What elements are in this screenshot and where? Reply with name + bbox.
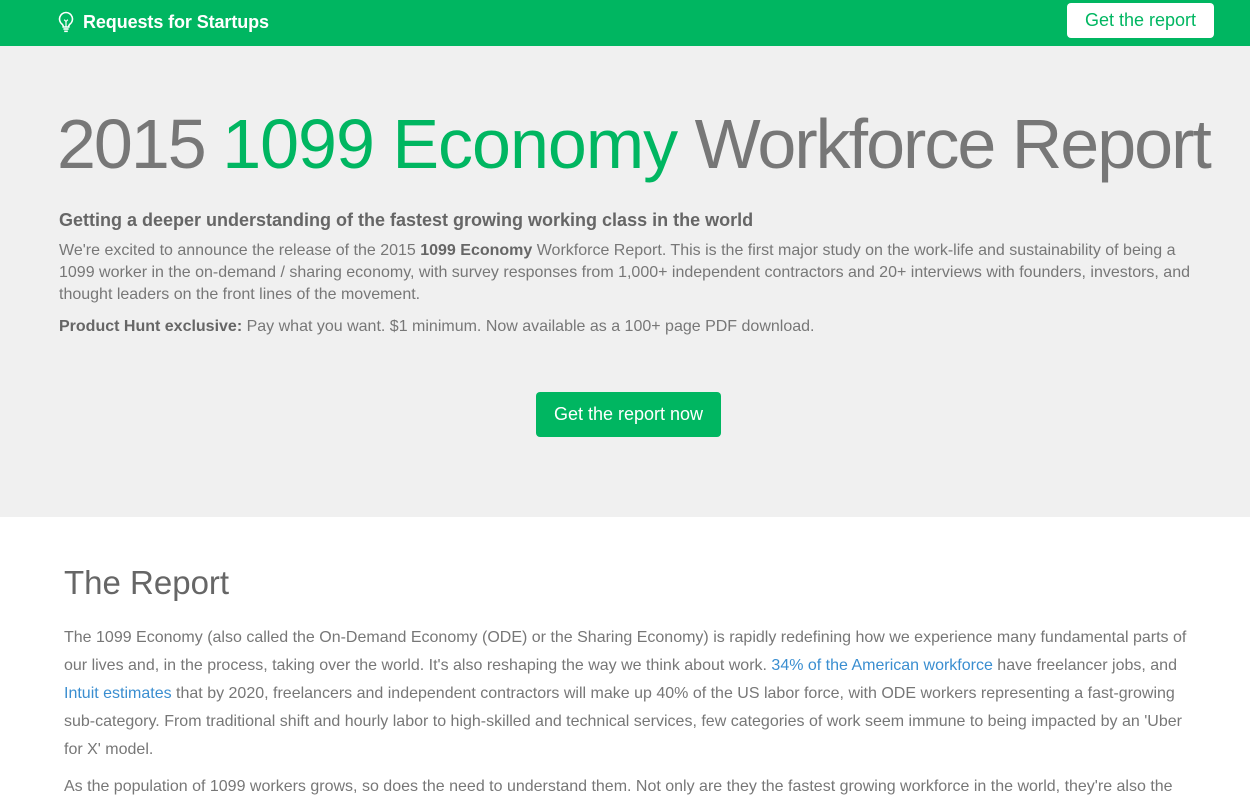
report-heading: The Report xyxy=(64,564,230,601)
report-paragraph-2: As the population of 1099 workers grows,… xyxy=(64,778,1173,795)
page-title: 2015 1099 Economy Workforce Report xyxy=(57,104,1212,184)
get-the-report-now-button[interactable]: Get the report now xyxy=(536,392,721,437)
title-year: 2015 xyxy=(57,105,207,183)
intuit-estimates-link[interactable]: Intuit estimates xyxy=(64,685,172,702)
report-text-c: that by 2020, freelancers and independen… xyxy=(64,685,1182,758)
title-rest: Workforce Report xyxy=(694,105,1212,183)
hero-subtitle: Getting a deeper understanding of the fa… xyxy=(59,210,754,230)
report-paragraph-1: The 1099 Economy (also called the On-Dem… xyxy=(64,624,1199,764)
top-nav-bar: Requests for Startups Get the report xyxy=(0,0,1250,46)
hero-intro: We're excited to announce the release of… xyxy=(59,240,1199,306)
exclusive-text: Pay what you want. $1 minimum. Now avail… xyxy=(242,318,815,335)
title-highlight: 1099 Economy xyxy=(222,105,678,183)
hero-exclusive: Product Hunt exclusive: Pay what you wan… xyxy=(59,316,1199,338)
lightbulb-icon xyxy=(57,11,75,33)
exclusive-label: Product Hunt exclusive: xyxy=(59,318,243,335)
hero-section: 2015 1099 Economy Workforce Report Getti… xyxy=(0,46,1250,517)
intro-bold: 1099 Economy xyxy=(420,242,533,259)
intro-text-a: We're excited to announce the release of… xyxy=(59,242,421,259)
brand-link[interactable]: Requests for Startups xyxy=(57,11,269,33)
american-workforce-link[interactable]: 34% of the American workforce xyxy=(771,657,992,674)
get-the-report-button[interactable]: Get the report xyxy=(1067,3,1214,38)
report-text-b: have freelancer jobs, and xyxy=(992,657,1177,674)
brand-name: Requests for Startups xyxy=(83,11,269,32)
